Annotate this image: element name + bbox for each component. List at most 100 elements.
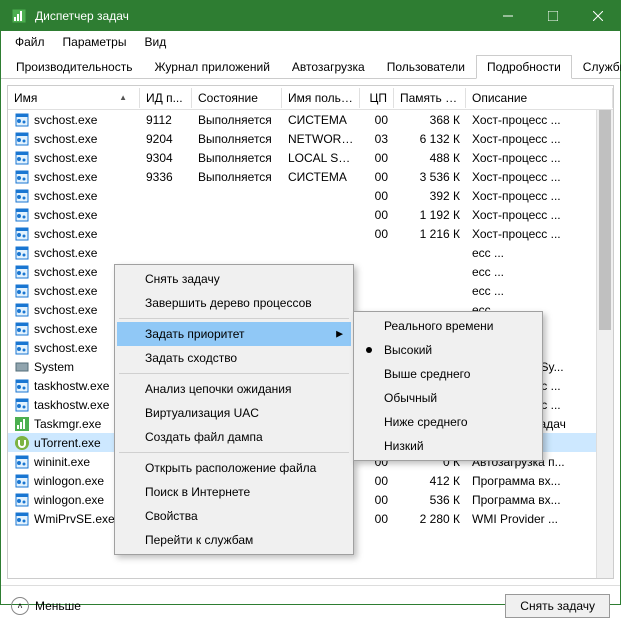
cell-mem: 536 К — [394, 493, 466, 507]
titlebar[interactable]: Диспетчер задач — [1, 1, 620, 31]
table-row[interactable]: svchost.exe001 192 КХост-процесс ... — [8, 205, 613, 224]
cell-state: Выполняется — [192, 132, 282, 146]
process-name: svchost.exe — [34, 170, 97, 184]
ctx-end-task[interactable]: Снять задачу — [117, 267, 351, 291]
process-icon — [14, 492, 30, 508]
process-icon — [14, 302, 30, 318]
maximize-button[interactable] — [530, 1, 575, 31]
ctx-end-tree[interactable]: Завершить дерево процессов — [117, 291, 351, 315]
process-icon — [14, 150, 30, 166]
process-icon — [14, 112, 30, 128]
cell-desc: Хост-процесс ... — [466, 189, 613, 203]
tab-users[interactable]: Пользователи — [376, 55, 476, 79]
table-row[interactable]: svchost.exe9112ВыполняетсяСИСТЕМА00368 К… — [8, 110, 613, 129]
ctx-sep — [119, 318, 349, 319]
tab-performance[interactable]: Производительность — [5, 55, 143, 79]
col-cpu[interactable]: ЦП — [360, 88, 394, 108]
current-priority-dot-icon — [366, 347, 372, 353]
process-name: System — [34, 360, 74, 374]
ctx-properties[interactable]: Свойства — [117, 504, 351, 528]
priority-normal[interactable]: Обычный — [356, 386, 540, 410]
cell-cpu: 00 — [360, 151, 394, 165]
cell-desc: Хост-процесс ... — [466, 113, 613, 127]
ctx-set-affinity[interactable]: Задать сходство — [117, 346, 351, 370]
process-name: svchost.exe — [34, 246, 97, 260]
cell-desc: Хост-процесс ... — [466, 227, 613, 241]
col-state[interactable]: Состояние — [192, 88, 282, 108]
cell-mem: 412 К — [394, 474, 466, 488]
process-name: svchost.exe — [34, 227, 97, 241]
tab-app-history[interactable]: Журнал приложений — [143, 55, 280, 79]
table-row[interactable]: svchost.exe9336ВыполняетсяСИСТЕМА003 536… — [8, 167, 613, 186]
cell-mem: 392 К — [394, 189, 466, 203]
col-mem[interactable]: Память (ч... — [394, 88, 466, 108]
tab-strip: Производительность Журнал приложений Авт… — [1, 53, 620, 79]
priority-below-normal[interactable]: Ниже среднего — [356, 410, 540, 434]
col-desc[interactable]: Описание — [466, 88, 613, 108]
priority-above-normal[interactable]: Выше среднего — [356, 362, 540, 386]
tab-services[interactable]: Службы — [572, 55, 621, 79]
cell-mem: 6 132 К — [394, 132, 466, 146]
cell-cpu: 00 — [360, 189, 394, 203]
cell-cpu: 00 — [360, 493, 394, 507]
col-name[interactable]: Имя▲ — [8, 88, 140, 108]
ctx-open-location[interactable]: Открыть расположение файла — [117, 456, 351, 480]
cell-user: СИСТЕМА — [282, 113, 360, 127]
menu-file[interactable]: Файл — [7, 33, 53, 51]
fewer-details-toggle[interactable]: ˄ Меньше — [11, 597, 81, 615]
priority-realtime[interactable]: Реального времени — [356, 314, 540, 338]
cell-desc: есс ... — [466, 284, 613, 298]
tab-details[interactable]: Подробности — [476, 55, 572, 79]
cell-desc: Хост-процесс ... — [466, 208, 613, 222]
ctx-uac-virt[interactable]: Виртуализация UAC — [117, 401, 351, 425]
process-name: svchost.exe — [34, 341, 97, 355]
ctx-dump[interactable]: Создать файл дампа — [117, 425, 351, 449]
process-icon — [14, 416, 30, 432]
app-icon — [11, 8, 27, 24]
process-icon — [14, 245, 30, 261]
table-row[interactable]: svchost.exeесс ... — [8, 243, 613, 262]
cell-pid: 9304 — [140, 151, 192, 165]
table-row[interactable]: svchost.exe001 216 КХост-процесс ... — [8, 224, 613, 243]
cell-desc: есс ... — [466, 265, 613, 279]
table-row[interactable]: svchost.exe9204ВыполняетсяNETWORK...036 … — [8, 129, 613, 148]
cell-cpu: 03 — [360, 132, 394, 146]
process-name: Taskmgr.exe — [34, 417, 101, 431]
process-name: winlogon.exe — [34, 474, 104, 488]
table-row[interactable]: svchost.exe9304ВыполняетсяLOCAL SE...004… — [8, 148, 613, 167]
footer: ˄ Меньше Снять задачу — [1, 585, 620, 625]
process-icon — [14, 131, 30, 147]
ctx-analyze-wait[interactable]: Анализ цепочки ожидания — [117, 377, 351, 401]
tab-startup[interactable]: Автозагрузка — [281, 55, 376, 79]
table-row[interactable]: svchost.exe 00392 КХост-процесс ... — [8, 186, 613, 205]
close-button[interactable] — [575, 1, 620, 31]
cell-desc: Программа вх... — [466, 493, 613, 507]
ctx-sep — [119, 373, 349, 374]
priority-low[interactable]: Низкий — [356, 434, 540, 458]
cell-user: LOCAL SE... — [282, 151, 360, 165]
process-name: svchost.exe — [34, 189, 97, 203]
cell-desc: Хост-процесс ... — [466, 170, 613, 184]
cell-cpu: 00 — [360, 113, 394, 127]
scrollbar-thumb[interactable] — [599, 110, 611, 330]
ctx-set-priority[interactable]: Задать приоритет▶ — [117, 322, 351, 346]
col-user[interactable]: Имя польз... — [282, 88, 360, 108]
menu-view[interactable]: Вид — [136, 33, 174, 51]
ctx-search-online[interactable]: Поиск в Интернете — [117, 480, 351, 504]
process-name: svchost.exe — [34, 265, 97, 279]
process-table: Имя▲ ИД п... Состояние Имя польз... ЦП П… — [7, 85, 614, 579]
minimize-button[interactable] — [485, 1, 530, 31]
priority-submenu: Реального времени Высокий Выше среднего … — [353, 311, 543, 461]
menu-options[interactable]: Параметры — [55, 33, 135, 51]
end-task-button[interactable]: Снять задачу — [505, 594, 610, 618]
priority-high[interactable]: Высокий — [356, 338, 540, 362]
process-icon — [14, 473, 30, 489]
scrollbar[interactable] — [596, 110, 613, 578]
process-name: wininit.exe — [34, 455, 90, 469]
menubar: Файл Параметры Вид — [1, 31, 620, 53]
cell-desc: Хост-процесс ... — [466, 151, 613, 165]
process-icon — [14, 226, 30, 242]
col-pid[interactable]: ИД п... — [140, 88, 192, 108]
cell-desc: WMI Provider ... — [466, 512, 613, 526]
ctx-goto-services[interactable]: Перейти к службам — [117, 528, 351, 552]
